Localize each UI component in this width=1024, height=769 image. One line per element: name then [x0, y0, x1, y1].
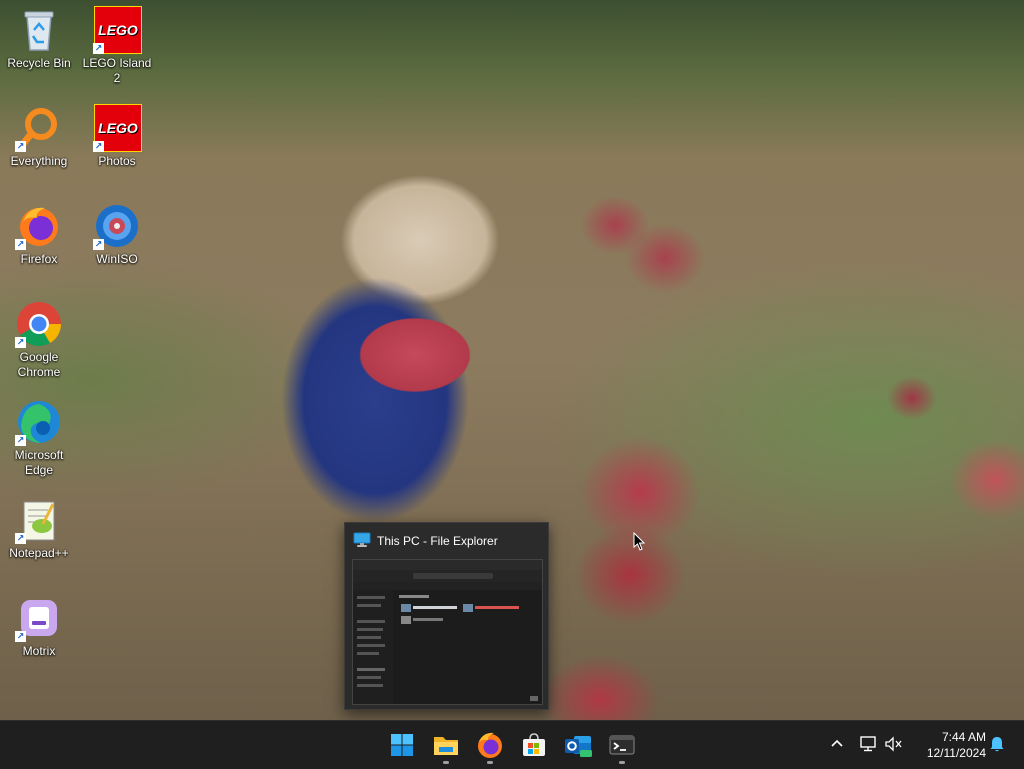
mouse-cursor-icon — [633, 531, 646, 551]
desktop-icon-google-chrome[interactable]: ↗ Google Chrome — [0, 300, 78, 380]
firefox-icon: ↗ — [15, 202, 63, 250]
preview-window-thumbnail[interactable] — [352, 559, 543, 705]
shortcut-arrow-icon: ↗ — [15, 239, 26, 250]
desktop-icon-label: Recycle Bin — [7, 56, 71, 70]
network-icon[interactable] — [858, 735, 880, 753]
taskbar-terminal[interactable] — [606, 729, 638, 764]
tray-overflow-chevron-icon[interactable] — [828, 735, 846, 753]
windows-start-icon — [391, 734, 413, 756]
desktop-icon-label: Motrix — [22, 644, 56, 658]
desktop-icon-label: Everything — [10, 154, 68, 168]
terminal-icon — [609, 735, 635, 755]
shortcut-arrow-icon: ↗ — [93, 43, 104, 54]
firefox-icon — [478, 732, 502, 758]
taskbar-firefox[interactable] — [474, 729, 506, 764]
desktop-icon-notepadpp[interactable]: ↗ Notepad++ — [0, 496, 78, 561]
edge-icon: ↗ — [15, 398, 63, 446]
desktop-icon-label: Notepad++ — [9, 546, 69, 560]
shortcut-arrow-icon: ↗ — [15, 533, 26, 544]
taskbar-start-button[interactable] — [386, 729, 418, 761]
magnifier-icon: ↗ — [15, 104, 63, 152]
volume-muted-icon[interactable] — [884, 735, 904, 753]
desktop-icon-label: LEGO Island 2 — [82, 56, 152, 85]
notifications-bell-icon[interactable] — [988, 735, 1006, 753]
desktop-icon-microsoft-edge[interactable]: ↗ Microsoft Edge — [0, 398, 78, 478]
store-icon — [523, 733, 545, 756]
system-clock[interactable]: 7:44 AM 12/11/2024 — [912, 729, 986, 761]
chrome-icon: ↗ — [15, 300, 63, 348]
lego-icon: LEGO ↗ — [93, 104, 142, 152]
desktop-icon-winiso[interactable]: ↗ WinISO — [78, 202, 156, 267]
recycle-bin-icon — [15, 6, 63, 54]
preview-title: This PC - File Explorer — [377, 534, 498, 548]
running-indicator — [619, 761, 625, 764]
desktop-icon-motrix[interactable]: ↗ Motrix — [0, 594, 78, 659]
notepadpp-icon: ↗ — [15, 496, 63, 544]
desktop-icon-label: WinISO — [96, 252, 138, 266]
shortcut-arrow-icon: ↗ — [93, 141, 104, 152]
clock-date: 12/11/2024 — [926, 746, 986, 760]
shortcut-arrow-icon: ↗ — [15, 435, 26, 446]
taskbar-microsoft-store[interactable] — [518, 729, 550, 761]
desktop-icon-label: Google Chrome — [17, 350, 61, 379]
motrix-icon: ↗ — [15, 594, 63, 642]
disc-icon: ↗ — [93, 202, 141, 250]
shortcut-arrow-icon: ↗ — [93, 239, 104, 250]
desktop-icon-photos[interactable]: LEGO ↗ Photos — [78, 104, 156, 169]
outlook-icon — [565, 736, 592, 757]
desktop-icon-firefox[interactable]: ↗ Firefox — [0, 202, 78, 267]
shortcut-arrow-icon: ↗ — [15, 337, 26, 348]
desktop-icon-everything[interactable]: ↗ Everything — [0, 104, 78, 169]
lego-icon: LEGO ↗ — [93, 6, 142, 54]
desktop-icon-lego-island-2[interactable]: LEGO ↗ LEGO Island 2 — [78, 6, 156, 86]
taskbar-file-explorer[interactable] — [430, 729, 462, 764]
clock-time: 7:44 AM — [941, 730, 986, 744]
desktop-wallpaper: Recycle Bin ↗ Everything ↗ Firefox ↗ Goo… — [0, 0, 1024, 720]
folder-icon — [434, 737, 458, 755]
shortcut-arrow-icon: ↗ — [15, 631, 26, 642]
monitor-icon — [353, 532, 371, 548]
taskbar-thumbnail-preview[interactable]: This PC - File Explorer — [344, 522, 549, 710]
running-indicator — [487, 761, 493, 764]
shortcut-arrow-icon: ↗ — [15, 141, 26, 152]
taskbar: 7:44 AM 12/11/2024 — [0, 720, 1024, 769]
desktop-icon-recycle-bin[interactable]: Recycle Bin — [0, 6, 78, 71]
desktop-icon-label: Firefox — [20, 252, 58, 266]
running-indicator — [443, 761, 449, 764]
desktop-icon-label: Microsoft Edge — [14, 448, 64, 477]
desktop-icon-label: Photos — [98, 154, 136, 168]
taskbar-outlook[interactable] — [562, 729, 594, 761]
